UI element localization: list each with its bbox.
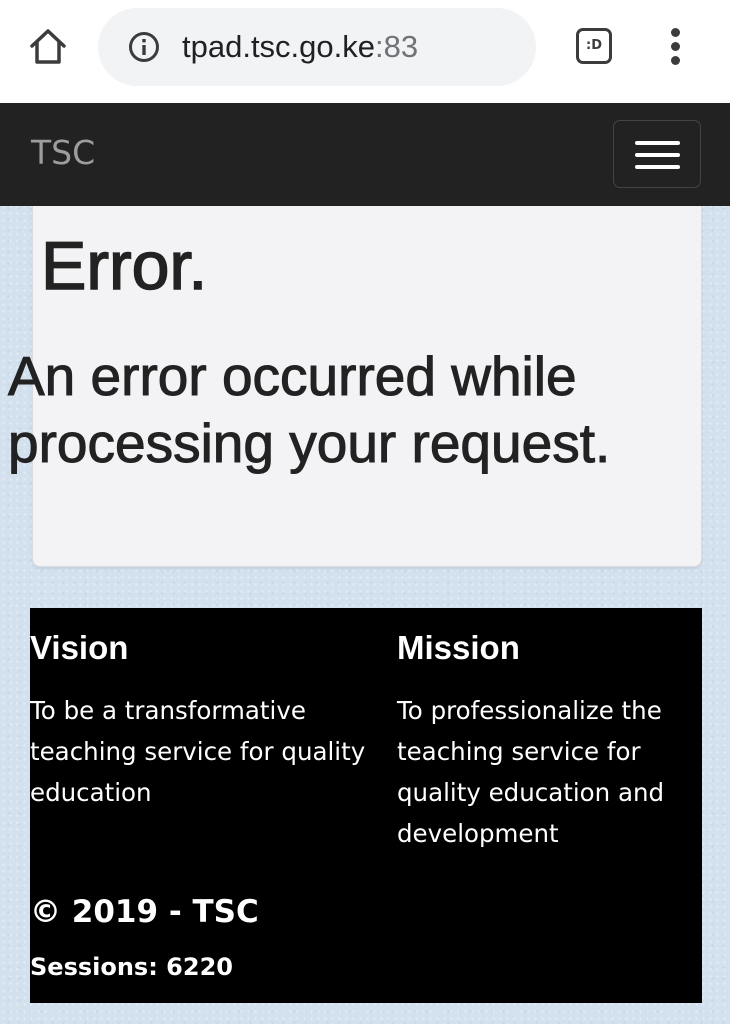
mission-heading: Mission [397, 629, 520, 666]
info-icon[interactable] [128, 31, 160, 63]
mission-section: Mission To professionalize the teaching … [397, 626, 697, 854]
vision-section: Vision To be a transformative teaching s… [30, 626, 380, 813]
site-footer: Vision To be a transformative teaching s… [30, 608, 702, 1003]
tabs-button[interactable]: :D [576, 28, 612, 64]
address-bar[interactable]: tpad.tsc.go.ke:83 [98, 8, 536, 86]
url-text[interactable]: tpad.tsc.go.ke:83 [182, 28, 418, 66]
hamburger-icon [635, 141, 680, 145]
browser-toolbar: tpad.tsc.go.ke:83 :D [0, 0, 730, 104]
home-icon [30, 29, 66, 64]
mission-text: To professionalize the teaching service … [397, 696, 665, 848]
vision-text: To be a transformative teaching service … [30, 696, 366, 807]
error-message: An error occurred while processing your … [8, 345, 611, 475]
brand-link[interactable]: TSC [31, 133, 95, 173]
error-title: Error. [40, 227, 208, 305]
sessions-count: Sessions: 6220 [30, 953, 233, 981]
more-vert-icon[interactable] [664, 28, 688, 66]
nav-toggle-button[interactable] [613, 120, 701, 188]
copyright-text: © 2019 - TSC [30, 894, 259, 930]
url-host: tpad.tsc.go.ke [182, 29, 376, 64]
url-port: :83 [375, 29, 419, 64]
vision-heading: Vision [30, 629, 129, 666]
site-navbar: TSC [0, 103, 730, 206]
home-button[interactable] [28, 27, 68, 67]
